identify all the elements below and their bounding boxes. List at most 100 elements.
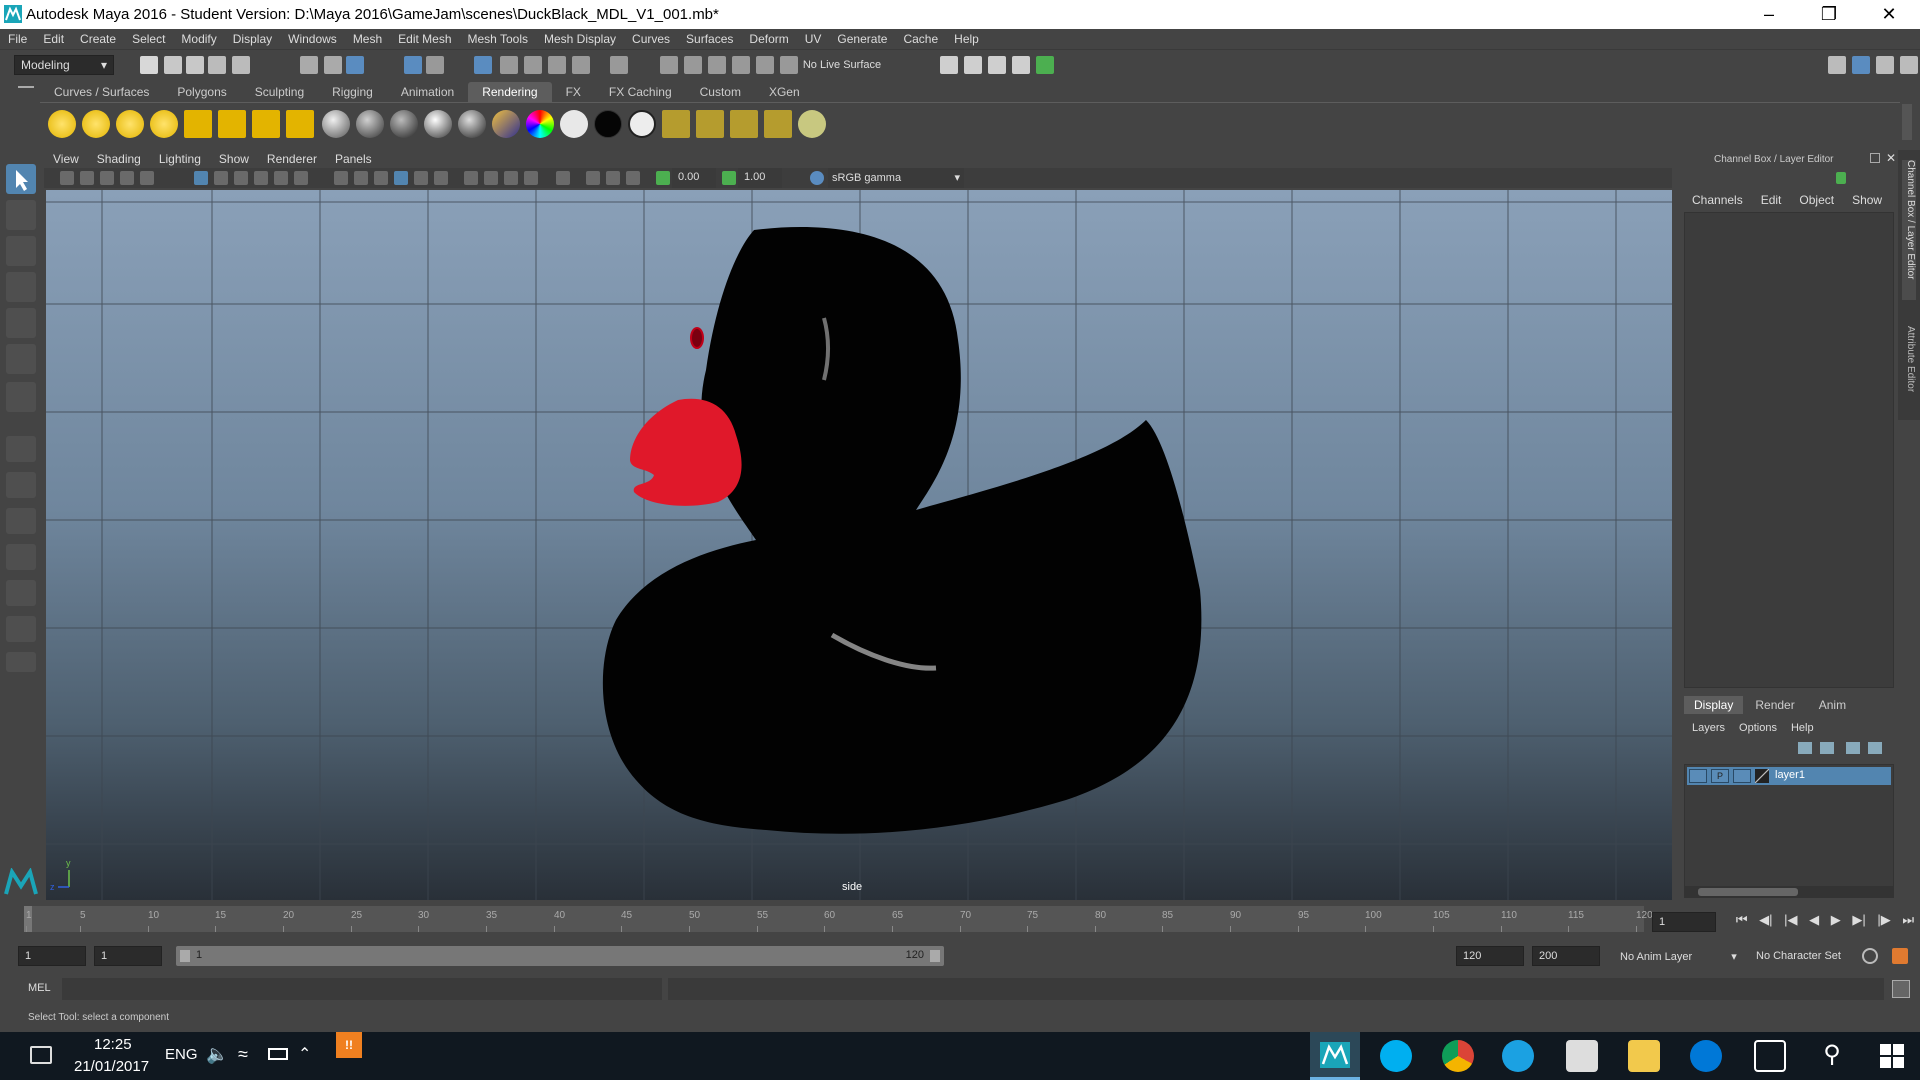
render-view-icon[interactable] bbox=[940, 56, 958, 74]
go-to-start-icon[interactable]: ⏮ bbox=[1736, 912, 1748, 932]
channel-box-menu-show[interactable]: Show bbox=[1852, 193, 1882, 207]
playback-end-field[interactable]: 120 bbox=[1456, 946, 1524, 966]
go-to-end-icon[interactable]: ⏭ bbox=[1902, 912, 1914, 932]
volume-light-icon[interactable] bbox=[218, 110, 246, 138]
undo-icon[interactable] bbox=[208, 56, 226, 74]
image-plane-icon[interactable] bbox=[100, 171, 114, 185]
ambient-light-icon[interactable] bbox=[48, 110, 76, 138]
field-chart-icon[interactable] bbox=[274, 171, 288, 185]
assign-material-icon[interactable] bbox=[730, 110, 758, 138]
use-background-icon[interactable] bbox=[628, 110, 656, 138]
menu-select[interactable]: Select bbox=[124, 32, 173, 46]
internet-explorer-icon[interactable] bbox=[1502, 1040, 1534, 1072]
animation-start-field[interactable]: 1 bbox=[18, 946, 86, 966]
2d-pan-zoom-icon[interactable] bbox=[120, 171, 134, 185]
tab-xgen[interactable]: XGen bbox=[755, 82, 814, 102]
select-hierarchy-icon[interactable] bbox=[300, 56, 318, 74]
menu-edit-mesh[interactable]: Edit Mesh bbox=[390, 32, 459, 46]
menu-file[interactable]: File bbox=[0, 32, 35, 46]
smooth-shade-icon[interactable] bbox=[354, 171, 368, 185]
area-light-icon[interactable] bbox=[184, 110, 212, 138]
persp-hypergraph-layout-icon[interactable] bbox=[6, 580, 36, 606]
layer-menu-help[interactable]: Help bbox=[1791, 722, 1814, 734]
edge-icon[interactable] bbox=[1690, 1040, 1722, 1072]
float-panel-icon[interactable] bbox=[1870, 153, 1880, 163]
ramp-shader-icon[interactable] bbox=[492, 110, 520, 138]
shadows-icon[interactable] bbox=[434, 171, 448, 185]
range-start-handle[interactable] bbox=[180, 950, 190, 962]
new-scene-icon[interactable] bbox=[140, 56, 158, 74]
move-layer-down-icon[interactable] bbox=[1820, 742, 1834, 754]
panel-menu-view[interactable]: View bbox=[44, 152, 88, 166]
uv-mode-icon[interactable] bbox=[500, 56, 518, 74]
highlight-icon[interactable] bbox=[610, 56, 628, 74]
tab-channel-box[interactable]: Channel Box / Layer Editor bbox=[1902, 160, 1916, 300]
clock-time[interactable]: 12:25 bbox=[94, 1036, 132, 1053]
wifi-icon[interactable]: ≈ bbox=[238, 1044, 248, 1065]
search-icon[interactable]: ⚲ bbox=[1816, 1040, 1848, 1072]
layer-scrollbar[interactable] bbox=[1684, 886, 1894, 898]
use-all-lights-icon[interactable] bbox=[414, 171, 428, 185]
menu-mesh-tools[interactable]: Mesh Tools bbox=[460, 32, 536, 46]
camera-icon[interactable] bbox=[252, 110, 280, 138]
exposure-field[interactable]: 0.00 bbox=[672, 168, 716, 188]
channel-box-menu-edit[interactable]: Edit bbox=[1761, 193, 1782, 207]
new-layer-icon[interactable] bbox=[1846, 742, 1860, 754]
color-wheel-icon[interactable] bbox=[526, 110, 554, 138]
chrome-icon[interactable] bbox=[1442, 1040, 1474, 1072]
step-back-frame-icon[interactable]: |◀ bbox=[1784, 912, 1797, 932]
isolate-select-icon[interactable] bbox=[556, 171, 570, 185]
menu-surfaces[interactable]: Surfaces bbox=[678, 32, 741, 46]
tab-fx[interactable]: FX bbox=[552, 82, 595, 102]
last-tool-icon[interactable] bbox=[6, 382, 36, 412]
four-view-layout-icon[interactable] bbox=[6, 472, 36, 498]
channel-box-menu-object[interactable]: Object bbox=[1799, 193, 1834, 207]
ipr-render-icon[interactable] bbox=[988, 56, 1006, 74]
hud-icon[interactable] bbox=[626, 171, 640, 185]
face-mode-icon[interactable] bbox=[474, 56, 492, 74]
color-management-icon[interactable] bbox=[810, 171, 824, 185]
panel-menu-panels[interactable]: Panels bbox=[326, 152, 381, 166]
tab-render[interactable]: Render bbox=[1743, 696, 1806, 714]
layer-name[interactable]: layer1 bbox=[1775, 769, 1805, 781]
motion-blur-icon[interactable] bbox=[524, 171, 538, 185]
anim-layer-dropdown[interactable]: No Anim Layer ▾ bbox=[1620, 950, 1737, 963]
snap-curve-icon[interactable] bbox=[684, 56, 702, 74]
render-frame-icon[interactable] bbox=[964, 56, 982, 74]
menu-deform[interactable]: Deform bbox=[741, 32, 796, 46]
select-object-icon[interactable] bbox=[324, 56, 342, 74]
volume-icon[interactable]: 🔈 bbox=[206, 1044, 228, 1065]
camera-attributes-icon[interactable] bbox=[60, 171, 74, 185]
lock-icon[interactable] bbox=[572, 56, 590, 74]
script-editor-icon[interactable] bbox=[1892, 980, 1910, 998]
live-surface-field[interactable]: No Live Surface bbox=[792, 54, 892, 76]
notification-badge[interactable]: !! bbox=[336, 1032, 362, 1058]
attribute-editor-toggle-icon[interactable] bbox=[1852, 56, 1870, 74]
snap-view-icon[interactable] bbox=[732, 56, 750, 74]
new-layer-selected-icon[interactable] bbox=[1868, 742, 1882, 754]
tab-anim[interactable]: Anim bbox=[1807, 696, 1858, 714]
clock-date[interactable]: 21/01/2017 bbox=[74, 1058, 149, 1075]
panel-menu-lighting[interactable]: Lighting bbox=[150, 152, 210, 166]
step-back-key-icon[interactable]: ◀| bbox=[1759, 912, 1772, 932]
surface-shader-white-icon[interactable] bbox=[560, 110, 588, 138]
playback-start-field[interactable]: 1 bbox=[94, 946, 162, 966]
wireframe-icon[interactable] bbox=[334, 171, 348, 185]
menu-display[interactable]: Display bbox=[225, 32, 280, 46]
render-pass-icon[interactable] bbox=[662, 110, 690, 138]
close-panel-icon[interactable]: ✕ bbox=[1886, 151, 1896, 165]
snap-grid-icon[interactable] bbox=[660, 56, 678, 74]
viewport-side[interactable]: side y z bbox=[46, 190, 1672, 900]
restore-button[interactable]: ❐ bbox=[1800, 0, 1858, 29]
open-scene-icon[interactable] bbox=[164, 56, 182, 74]
exposure-icon[interactable] bbox=[656, 171, 670, 185]
snap-surface-icon[interactable] bbox=[756, 56, 774, 74]
panel-menu-show[interactable]: Show bbox=[210, 152, 258, 166]
task-view-icon[interactable] bbox=[1754, 1040, 1786, 1072]
mode-dropdown[interactable]: Modeling ▾ bbox=[14, 55, 114, 75]
surface-shader-black-icon[interactable] bbox=[594, 110, 622, 138]
ambient-occlusion-icon[interactable] bbox=[504, 171, 518, 185]
start-icon[interactable] bbox=[1876, 1040, 1908, 1072]
menu-windows[interactable]: Windows bbox=[280, 32, 345, 46]
gate-mask-icon[interactable] bbox=[254, 171, 268, 185]
